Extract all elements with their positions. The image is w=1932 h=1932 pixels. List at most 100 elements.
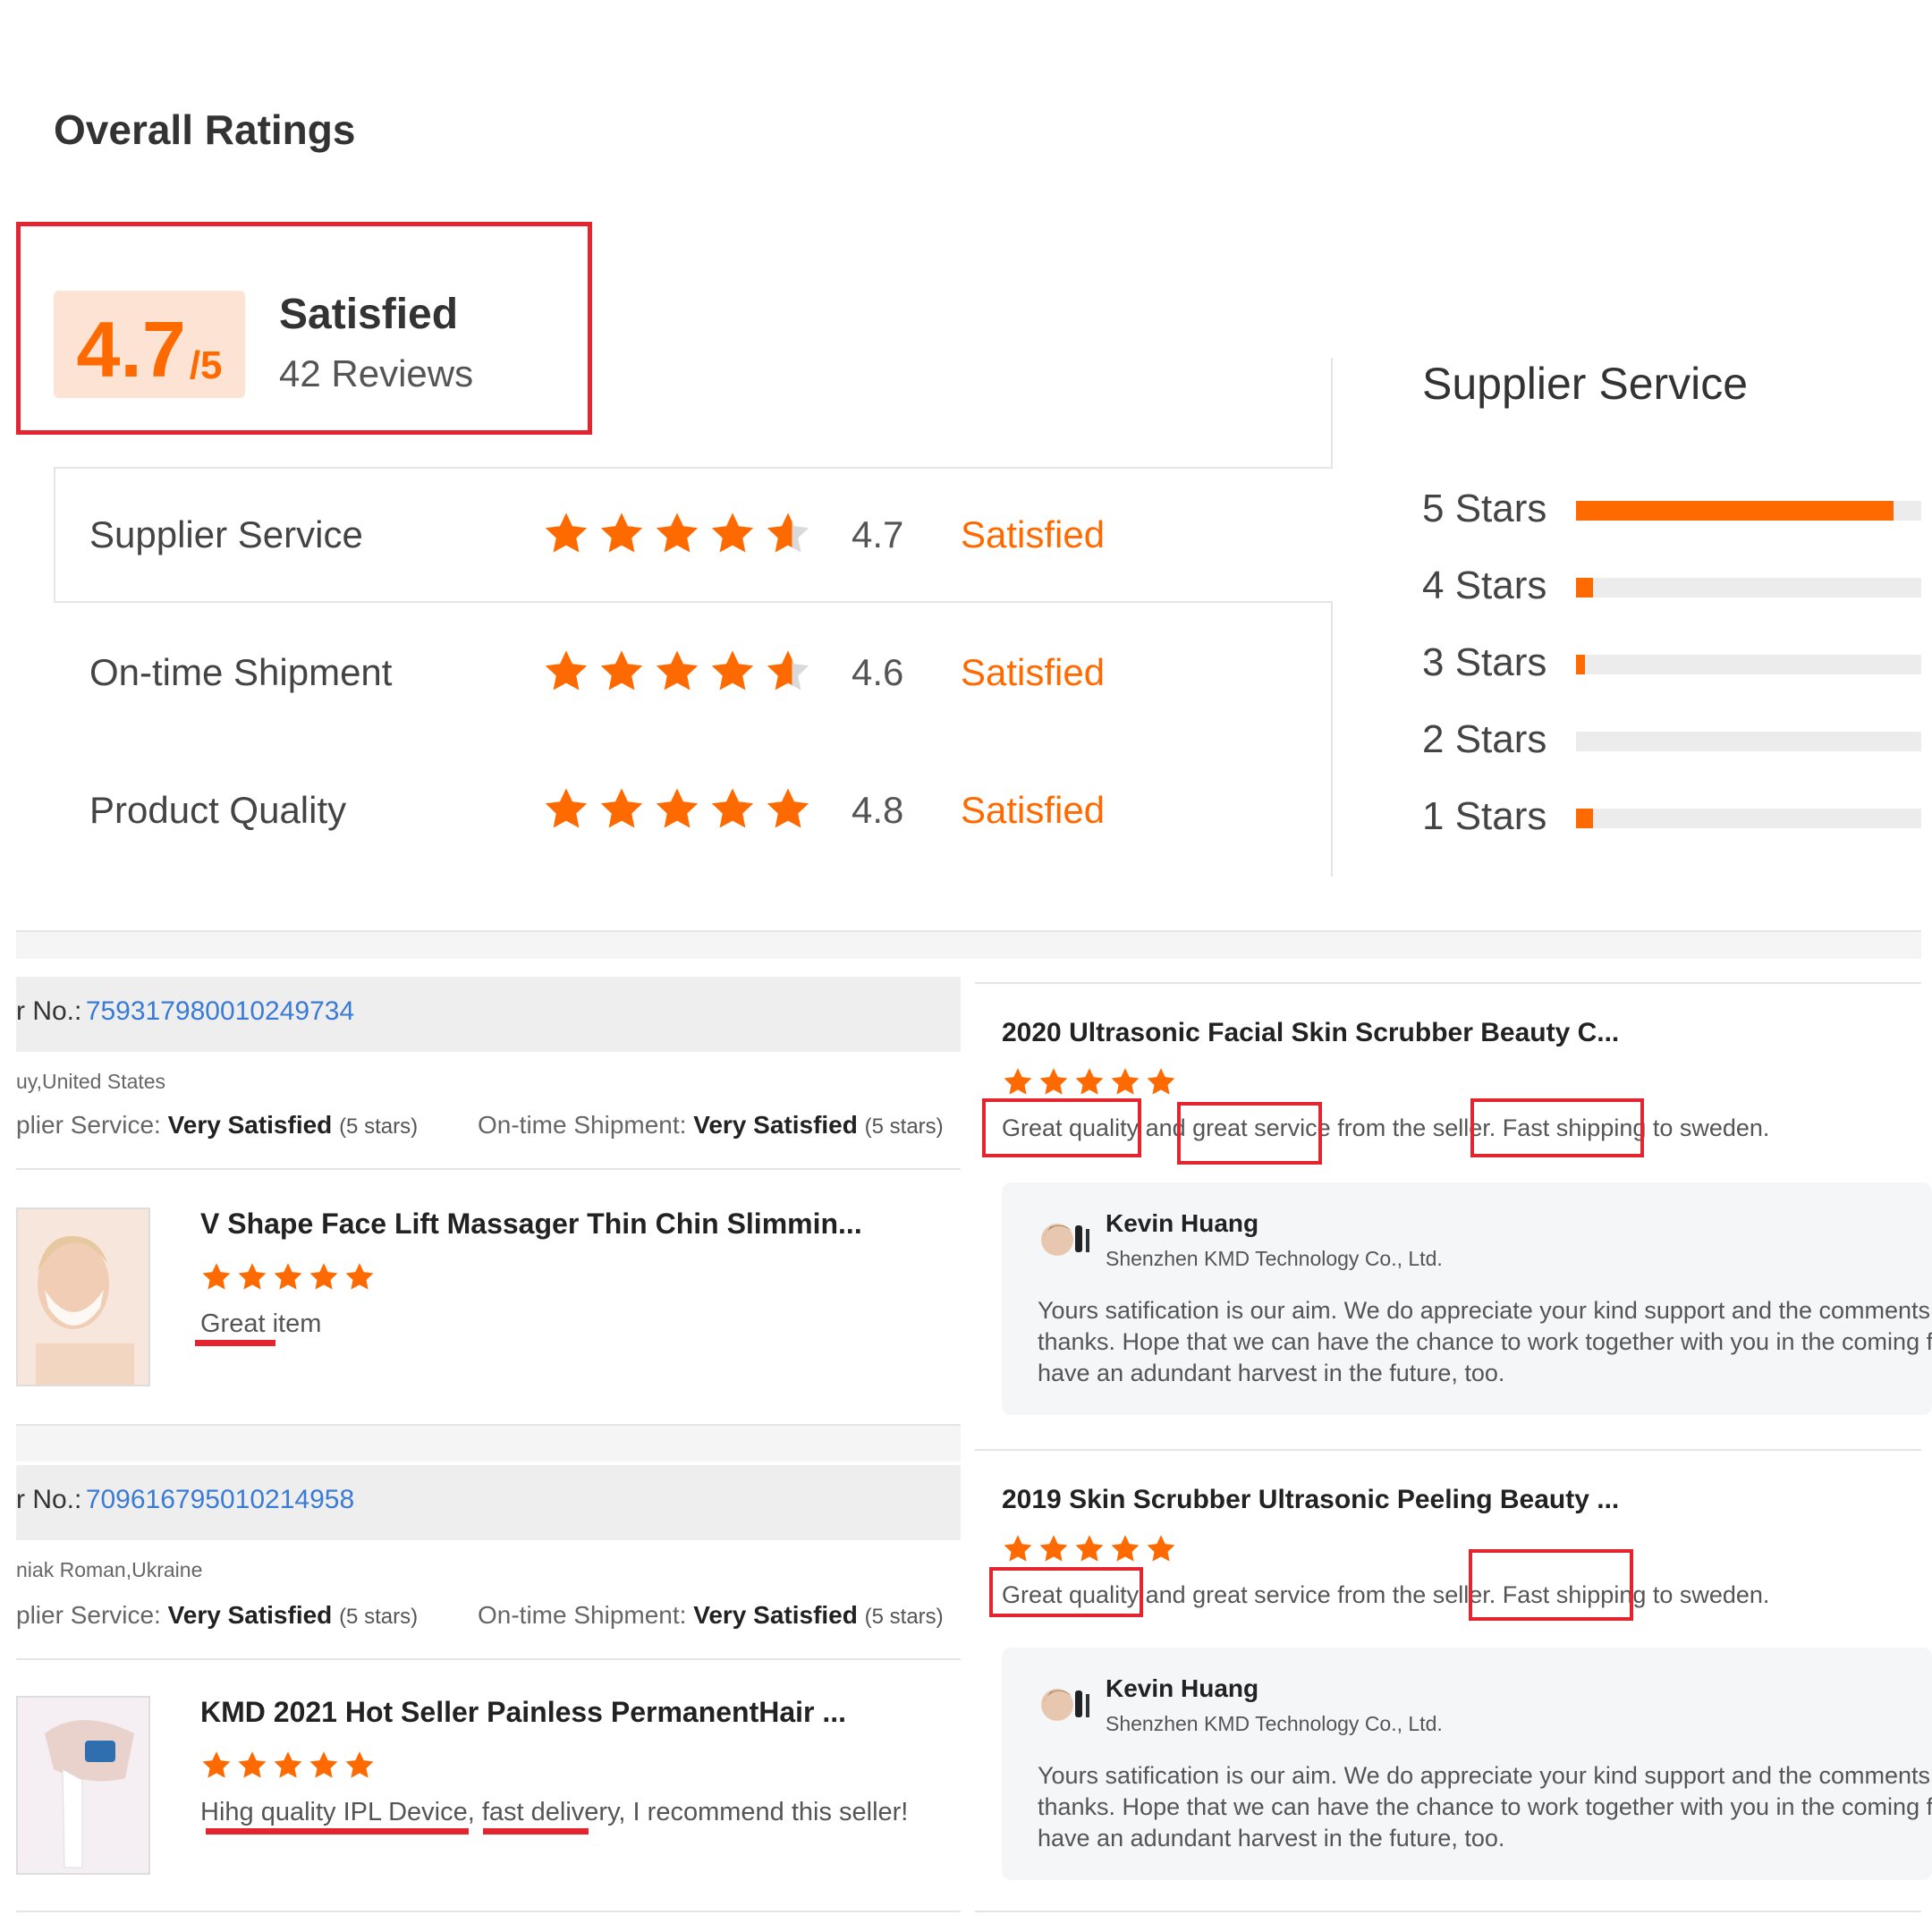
- star-icon: [1038, 1066, 1070, 1098]
- category-value-supplier-service: 4.7: [852, 513, 904, 555]
- star-icon: [653, 785, 701, 834]
- reply-text: Yours satification is our aim. We do app…: [1038, 1762, 1932, 1789]
- supplier-service-rating: plier Service: Very Satisfied (5 stars): [16, 1601, 418, 1630]
- category-value-product-quality: 4.8: [852, 789, 904, 831]
- highlight-underline: [206, 1828, 469, 1835]
- distribution-bar-3-stars: [1576, 655, 1921, 674]
- supplier-service-rating: plier Service: Very Satisfied (5 stars): [16, 1111, 418, 1140]
- review-product-title[interactable]: 2019 Skin Scrubber Ultrasonic Peeling Be…: [1002, 1485, 1619, 1515]
- avatar-icon: [1041, 1689, 1089, 1721]
- overall-score-word: Satisfied: [279, 291, 459, 338]
- star-icon: [542, 785, 590, 834]
- star-icon: [272, 1750, 304, 1782]
- category-word-supplier-service: Satisfied: [961, 513, 1106, 555]
- distribution-bar-5-stars: [1576, 501, 1921, 521]
- star-icon: [343, 1261, 376, 1293]
- supplier-service-stars: (5 stars): [339, 1605, 419, 1629]
- category-label-on-time-shipment: On-time Shipment: [89, 651, 393, 693]
- reply-company: Shenzhen KMD Technology Co., Ltd.: [1106, 1712, 1443, 1735]
- star-icon: [597, 648, 646, 696]
- supplier-service-stars: (5 stars): [339, 1114, 419, 1139]
- star-icon: [1073, 1066, 1106, 1098]
- star-icon: [1002, 1533, 1034, 1565]
- star-icon: [1109, 1066, 1141, 1098]
- shipment-rating: On-time Shipment: Very Satisfied (5 star…: [478, 1111, 944, 1140]
- seller-avatar: [1036, 1678, 1093, 1735]
- reply-text: thanks. Hope that we can have the chance…: [1038, 1793, 1932, 1820]
- category-label-product-quality: Product Quality: [89, 789, 347, 831]
- star-icon: [236, 1261, 268, 1293]
- review-text: Great item: [200, 1309, 322, 1338]
- star-icon: [597, 510, 646, 558]
- category-stars-on-time-shipment: [542, 648, 812, 696]
- ipl-hair-removal-device-image: [18, 1698, 148, 1873]
- distribution-title: Supplier Service: [1422, 359, 1749, 409]
- reply-author: Kevin Huang: [1106, 1209, 1259, 1237]
- category-word-on-time-shipment: Satisfied: [961, 651, 1106, 693]
- review-stars: [1002, 1066, 1177, 1098]
- product-title[interactable]: KMD 2021 Hot Seller Painless PermanentHa…: [200, 1696, 846, 1729]
- buyer-location: uy,United States: [16, 1070, 166, 1093]
- review-product-title[interactable]: 2020 Ultrasonic Facial Skin Scrubber Bea…: [1002, 1018, 1619, 1048]
- order-number-label: r No.:: [16, 1485, 82, 1514]
- star-icon: [1109, 1533, 1141, 1565]
- highlight-underline: [195, 1340, 275, 1346]
- star-icon: [1073, 1533, 1106, 1565]
- category-stars-supplier-service: [542, 510, 812, 558]
- distribution-label: 5 Stars: [1422, 487, 1547, 530]
- distribution-label: 3 Stars: [1422, 640, 1547, 684]
- order-number-link[interactable]: 709616795010214958: [86, 1485, 354, 1514]
- supplier-service-label: plier Service:: [16, 1111, 161, 1139]
- overall-score-value: 4.7: [76, 305, 186, 394]
- star-icon: [708, 648, 757, 696]
- divider: [975, 1911, 1921, 1912]
- distribution-bar-2-stars: [1576, 732, 1921, 751]
- section-separator: [16, 932, 1921, 959]
- highlight-box: [989, 1567, 1143, 1617]
- category-value-on-time-shipment: 4.6: [852, 651, 904, 693]
- star-icon: [764, 785, 812, 834]
- avatar-icon: [1041, 1224, 1089, 1256]
- order-number-link[interactable]: 759317980010249734: [86, 996, 354, 1026]
- reply-text: Yours satification is our aim. We do app…: [1038, 1297, 1932, 1324]
- star-icon: [708, 785, 757, 834]
- page-title: Overall Ratings: [54, 106, 356, 153]
- star-icon: [597, 785, 646, 834]
- distribution-bar-1-stars: [1576, 809, 1921, 828]
- reply-company: Shenzhen KMD Technology Co., Ltd.: [1106, 1247, 1443, 1270]
- reply-text: have an adundant harvest in the future, …: [1038, 1360, 1505, 1386]
- star-icon: [308, 1750, 340, 1782]
- reply-text: have an adundant harvest in the future, …: [1038, 1825, 1505, 1852]
- highlight-underline: [483, 1828, 589, 1835]
- shipment-value: Very Satisfied: [693, 1111, 858, 1139]
- distribution-fill: [1576, 501, 1894, 521]
- supplier-service-label: plier Service:: [16, 1601, 161, 1629]
- review-count[interactable]: 42 Reviews: [279, 352, 473, 395]
- reply-author: Kevin Huang: [1106, 1674, 1259, 1702]
- distribution-bar-4-stars: [1576, 578, 1921, 597]
- product-title[interactable]: V Shape Face Lift Massager Thin Chin Sli…: [200, 1208, 862, 1241]
- shipment-stars: (5 stars): [864, 1114, 944, 1139]
- reply-text: thanks. Hope that we can have the chance…: [1038, 1328, 1932, 1355]
- partial-star-icon: [764, 510, 812, 558]
- order-number-row: r No.: 759317980010249734: [16, 996, 354, 1027]
- star-icon: [1145, 1533, 1177, 1565]
- product-thumbnail[interactable]: [16, 1208, 150, 1386]
- category-word-product-quality: Satisfied: [961, 789, 1106, 831]
- review-stars: [1002, 1533, 1177, 1565]
- face-lift-mask-product-image: [18, 1209, 148, 1385]
- shipment-label: On-time Shipment:: [478, 1601, 687, 1629]
- star-icon: [343, 1750, 376, 1782]
- divider: [975, 1449, 1921, 1451]
- panel-divider: [1331, 358, 1333, 469]
- star-icon: [542, 510, 590, 558]
- distribution-label: 2 Stars: [1422, 717, 1547, 761]
- star-icon: [653, 648, 701, 696]
- product-thumbnail[interactable]: [16, 1696, 150, 1875]
- partial-star-icon: [764, 648, 812, 696]
- supplier-service-value: Very Satisfied: [167, 1601, 333, 1629]
- buyer-location: niak Roman,Ukraine: [16, 1558, 203, 1581]
- category-label-supplier-service: Supplier Service: [89, 513, 363, 555]
- overall-score-badge: 4.7 /5: [54, 291, 245, 398]
- review-text: Hihg quality IPL Device, fast delivery, …: [200, 1798, 909, 1826]
